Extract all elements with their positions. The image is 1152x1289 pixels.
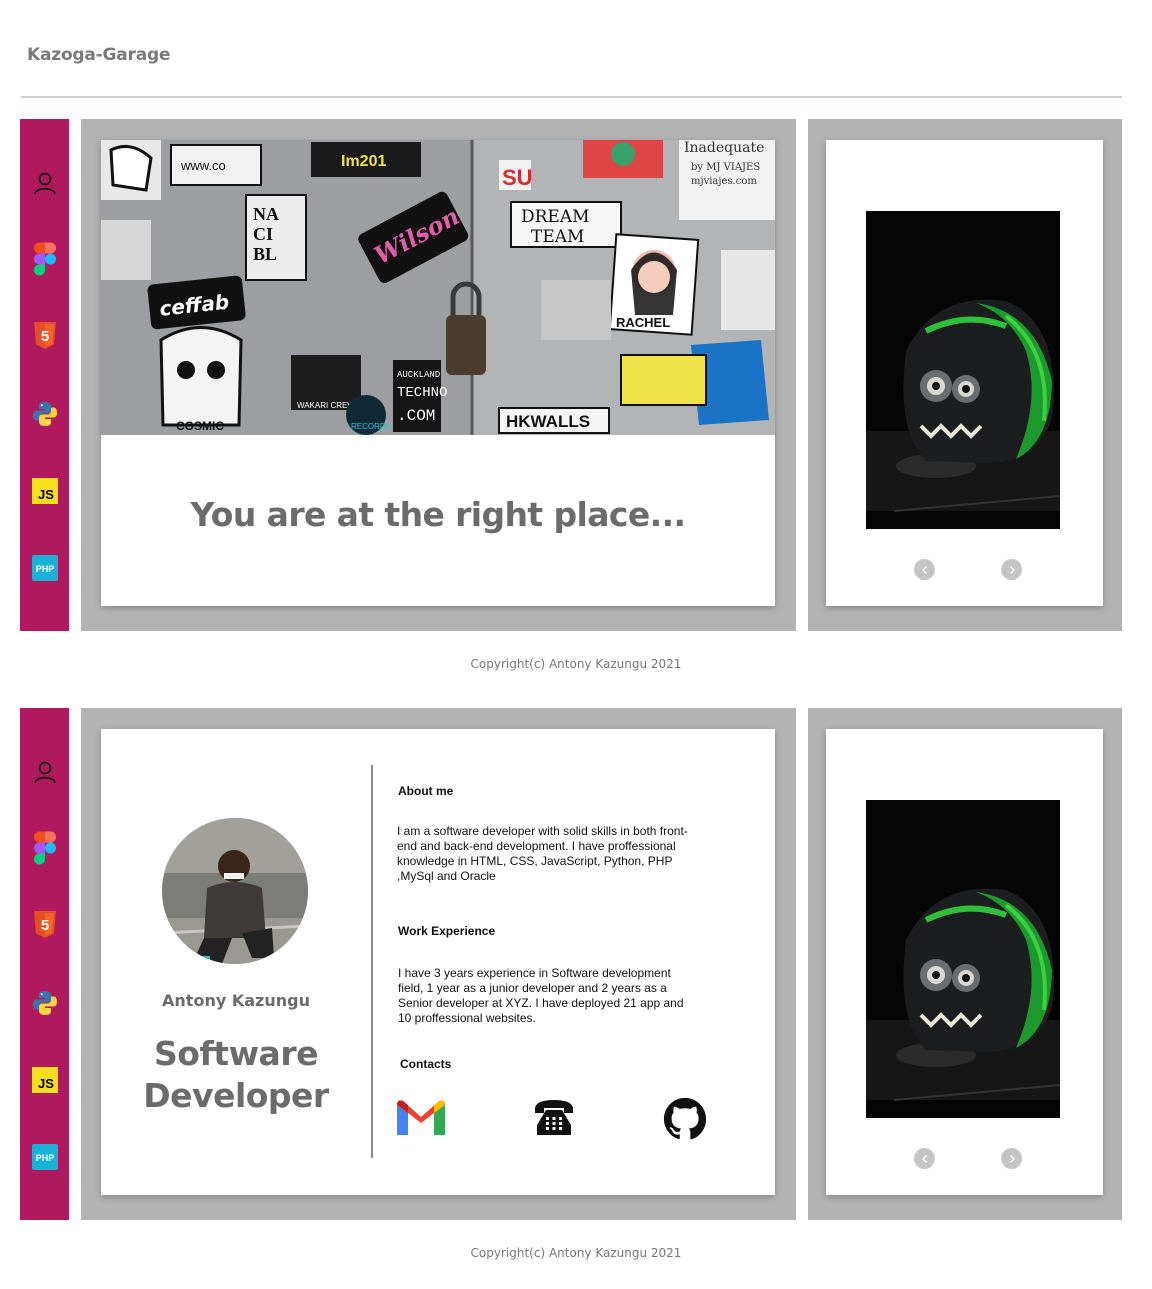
figma-icon[interactable] (31, 242, 58, 275)
svg-text:Inadequate: Inadequate (684, 140, 764, 156)
prev-arrow-icon (921, 1154, 927, 1163)
carousel-prev-button[interactable] (914, 1148, 935, 1169)
svg-text:.COM: .COM (397, 407, 435, 425)
carousel-prev-button[interactable] (914, 559, 935, 580)
figma-icon[interactable] (31, 831, 58, 864)
about-title: About me (398, 784, 454, 798)
svg-text:JS: JS (38, 1076, 54, 1091)
svg-text:COSMIC: COSMIC (176, 419, 224, 433)
gmail-icon[interactable] (397, 1099, 445, 1137)
user-icon[interactable] (31, 169, 58, 196)
profile-divider (371, 765, 373, 1158)
svg-text:5: 5 (40, 328, 48, 345)
python-icon[interactable] (31, 400, 58, 427)
gallery-card-frame (808, 119, 1122, 631)
profile-card-frame: Antony Kazungu Software Developer About … (81, 708, 796, 1220)
svg-text:PHP: PHP (35, 564, 54, 574)
work-title: Work Experience (398, 924, 496, 938)
carousel-next-button[interactable] (1001, 1148, 1022, 1169)
html5-icon[interactable]: 5 (31, 322, 58, 349)
svg-text:DREAM: DREAM (521, 207, 590, 227)
gallery-panel (826, 140, 1103, 606)
svg-text:mjviajes.com: mjviajes.com (691, 176, 757, 187)
svg-text:5: 5 (40, 917, 48, 934)
profile-role-line2: Developer (143, 1076, 329, 1115)
html5-icon[interactable]: 5 (31, 911, 58, 938)
svg-text:HKWALLS: HKWALLS (506, 412, 590, 431)
user-icon[interactable] (31, 758, 58, 785)
svg-text:PHP: PHP (35, 1153, 54, 1163)
telephone-icon[interactable] (533, 1097, 575, 1137)
svg-text:AUCKLAND: AUCKLAND (397, 370, 440, 380)
profile-panel: Antony Kazungu Software Developer About … (101, 729, 775, 1195)
svg-text:BL: BL (253, 244, 277, 264)
svg-text:JS: JS (38, 487, 54, 502)
profile-role: Software Developer (101, 1033, 371, 1117)
javascript-icon[interactable]: JS (31, 1066, 58, 1093)
svg-text:TECHNO: TECHNO (397, 385, 447, 401)
gallery-panel (826, 729, 1103, 1195)
profile-name: Antony Kazungu (162, 991, 310, 1010)
footer-copyright: Copyright(c) Antony Kazungu 2021 (470, 1246, 682, 1260)
svg-text:NA: NA (253, 204, 279, 224)
next-arrow-icon (1009, 1154, 1015, 1163)
svg-text:CI: CI (253, 224, 273, 244)
next-arrow-icon (1009, 565, 1015, 574)
svg-text:TEAM: TEAM (531, 227, 584, 247)
svg-text:SU: SU (502, 165, 533, 190)
brand-title[interactable]: Kazoga-Garage (27, 45, 170, 65)
gallery-card-frame (808, 708, 1122, 1220)
github-icon[interactable] (663, 1097, 707, 1141)
php-icon[interactable]: PHP (31, 554, 58, 581)
header-divider (21, 96, 1122, 98)
hero-tagline: You are at the right place... (190, 495, 687, 534)
svg-text:RECORDS: RECORDS (351, 422, 391, 431)
profile-role-line1: Software (154, 1034, 318, 1073)
work-text: I have 3 years experience in Software de… (398, 966, 684, 1025)
hero-card-frame: www.co Im201 NA CI BL ceffab Wilson COSM… (81, 119, 796, 631)
hero-panel: www.co Im201 NA CI BL ceffab Wilson COSM… (101, 140, 775, 606)
prev-arrow-icon (921, 565, 927, 574)
svg-text:RACHEL: RACHEL (616, 315, 670, 330)
helmet-photo (866, 211, 1060, 529)
svg-text:www.co: www.co (180, 158, 226, 173)
contacts-title: Contacts (400, 1057, 452, 1071)
about-text: I am a software developer with solid ski… (397, 824, 688, 883)
sidebar: 5 JS PHP (20, 708, 69, 1220)
python-icon[interactable] (31, 989, 58, 1016)
helmet-photo (866, 800, 1060, 1118)
sidebar: 5 JS PHP (20, 119, 69, 631)
sticker-wall-image: www.co Im201 NA CI BL ceffab Wilson COSM… (101, 140, 775, 435)
carousel-next-button[interactable] (1001, 559, 1022, 580)
javascript-icon[interactable]: JS (31, 477, 58, 504)
profile-avatar (162, 818, 308, 964)
svg-text:WAKARI CREW: WAKARI CREW (297, 401, 355, 410)
php-icon[interactable]: PHP (31, 1143, 58, 1170)
footer-copyright: Copyright(c) Antony Kazungu 2021 (470, 657, 682, 671)
svg-text:Im201: Im201 (341, 153, 386, 170)
svg-text:by MJ VIAJES: by MJ VIAJES (691, 162, 760, 173)
